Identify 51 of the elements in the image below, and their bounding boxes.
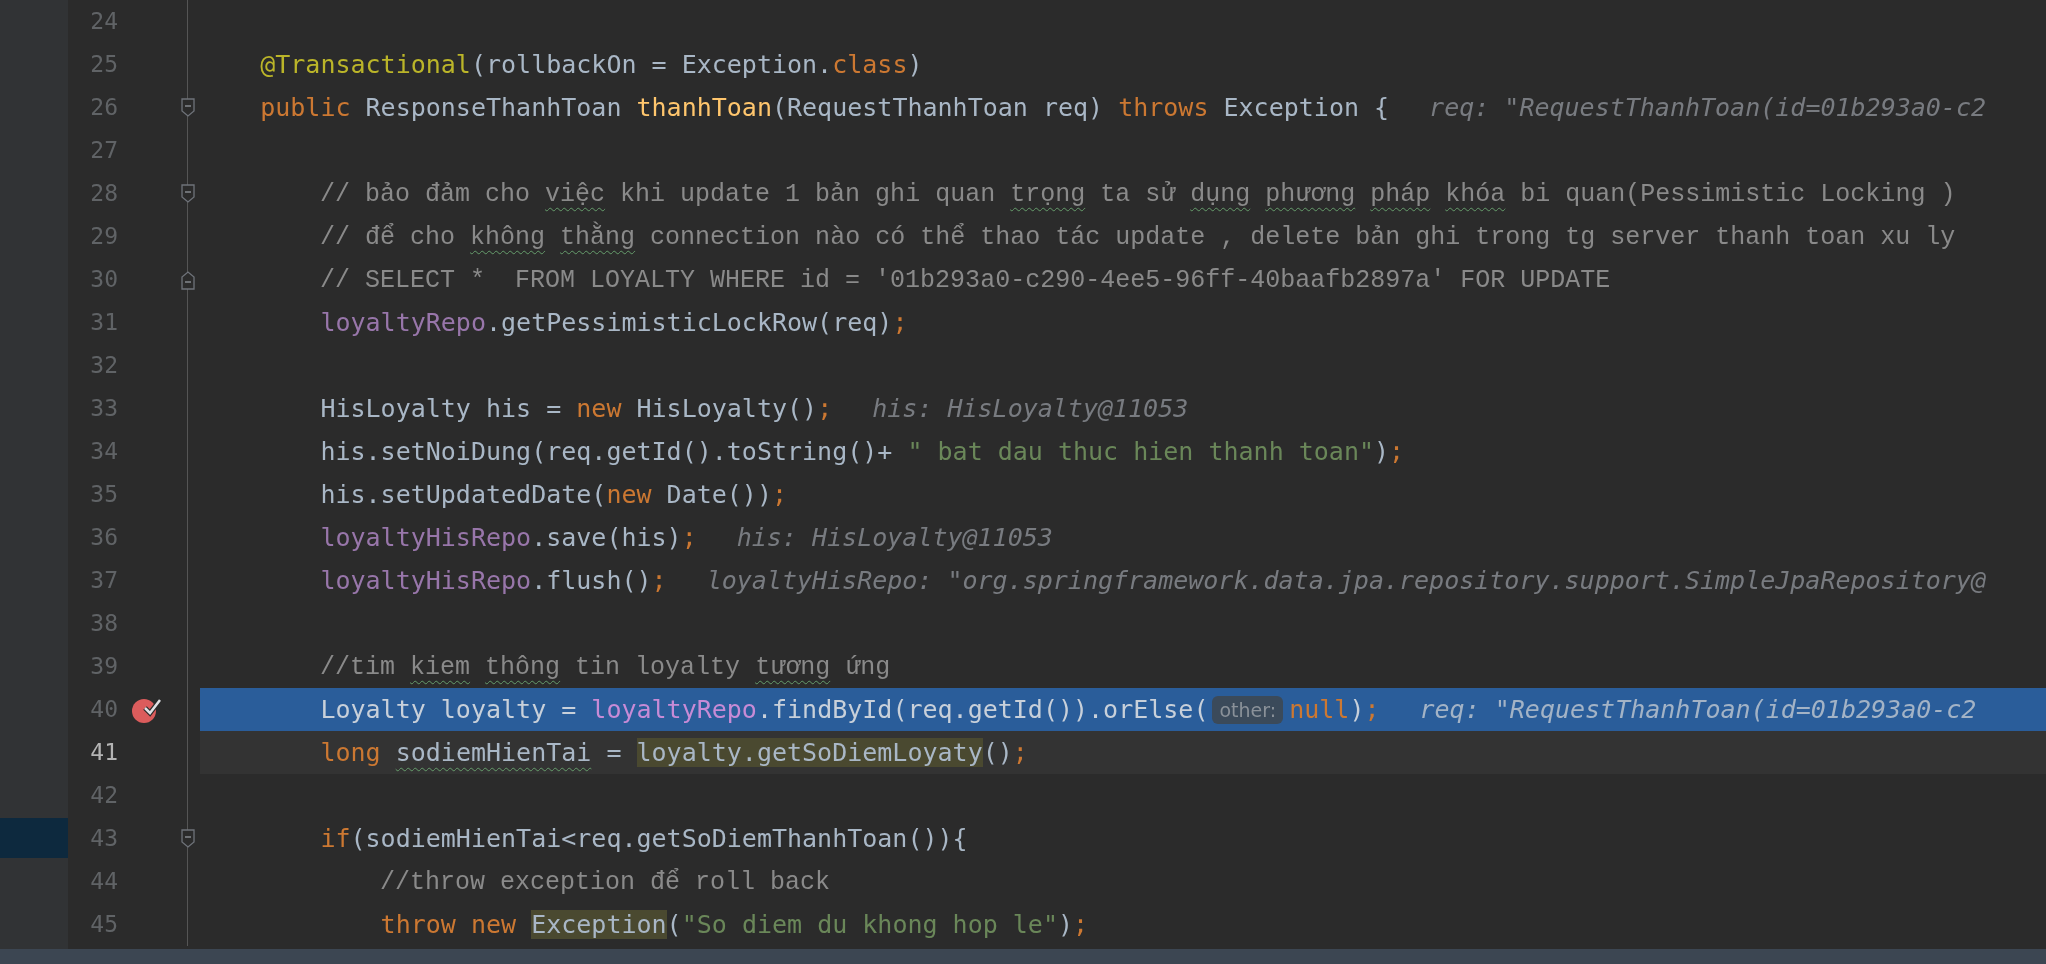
code-text: long sodiemHienTai = loyalty.getSoDiemLoyaty(); [319,737,1028,769]
line-number: 40 [89,695,118,724]
code-text: // bảo đảm cho việc khi update 1 bản ghi quan trọng ta sử dụng phương pháp khóa bi quan(Pessimistic Locking ) [319,179,1956,211]
line-number: 32 [89,351,118,380]
line-number: 38 [89,609,118,638]
panel-selection-highlight [0,818,68,858]
parameter-name-hint: other: [1212,695,1284,724]
code-text: public ResponseThanhToan thanhToan(RequestThanhToan req) throws Exception { [259,92,1390,124]
inline-value-hint: his: HisLoyalty@11053 [872,393,1189,425]
code-text: loyaltyHisRepo.save(his); [319,522,697,554]
line-number: 24 [89,7,118,36]
fold-marker-icon[interactable] [180,183,196,204]
line-number: 43 [89,824,118,853]
line-number: 44 [89,867,118,896]
line-number: 37 [89,566,118,595]
inline-value-hint: req: "RequestThanhToan(id=01b293a0-c2 [1429,92,1986,124]
inline-value-hint: loyaltyHisRepo: "org.springframework.data.jpa.repository.support.SimpleJpaRepository@ [706,565,1986,597]
code-text: // để cho không thằng connection nào có thể thao tác update , delete bản ghi trong tg server thanh toan xu ly [319,220,1956,254]
line-number: 29 [89,222,118,251]
line-number: 35 [89,480,118,509]
fold-marker-icon[interactable] [180,97,196,118]
code-text: HisLoyalty his = new HisLoyalty(); [319,393,833,425]
code-text: null); [1289,694,1380,726]
line-number: 31 [89,308,118,337]
line-number: 25 [89,50,118,79]
code-text: his.setNoiDung(req.getId().toString()+ " bat dau thuc hien thanh toan"); [319,436,1405,468]
line-number: 33 [89,394,118,423]
line-number: 28 [89,179,118,208]
fold-marker-icon[interactable] [180,828,196,849]
code-text: @Transactional(rollbackOn = Exception.class) [259,49,923,81]
code-text: Loyalty loyalty = loyaltyRepo.findById(req.getId()).orElse( [319,694,1209,726]
code-text: if(sodiemHienTai<req.getSoDiemThanhToan()){ [319,823,968,855]
code-text: // SELECT * FROM LOYALTY WHERE id = '01b293a0-c290-4ee5-96ff-40baafb2897a' FOR UPDATE [319,265,1611,297]
fold-marker-icon[interactable] [180,269,196,290]
line-number: 26 [89,93,118,122]
line-number: 30 [89,265,118,294]
code-text: loyaltyHisRepo.flush(); [319,565,667,597]
code-text: throw new Exception("So diem du khong hop le"); [379,909,1089,941]
line-number: 34 [89,437,118,466]
line-number: 42 [89,781,118,810]
line-number: 36 [89,523,118,552]
inline-value-hint: req: "RequestThanhToan(id=01b293a0-c2 [1419,694,1977,726]
line-number: 41 [89,738,118,767]
code-text: //tim kiem thông tin loyalty tương ứng [319,652,891,684]
inline-value-hint: his: HisLoyalty@11053 [736,522,1053,554]
line-number: 45 [89,910,118,939]
code-text: loyaltyRepo.getPessimisticLockRow(req); [319,307,908,339]
code-text: his.setUpdatedDate(new Date()); [319,479,788,511]
code-text: //throw exception để roll back [379,867,831,899]
line-number: 27 [89,136,118,165]
line-number: 39 [89,652,118,681]
